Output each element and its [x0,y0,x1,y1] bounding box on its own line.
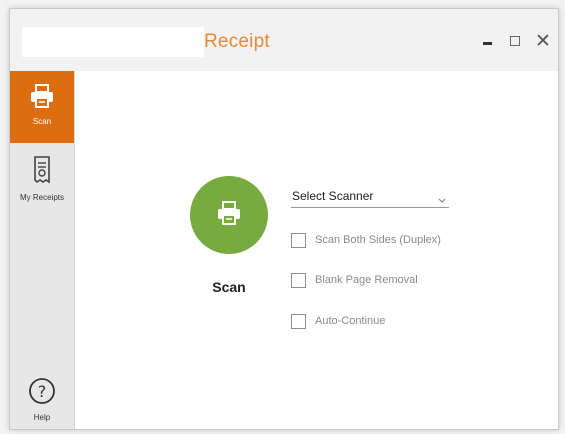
window-title: Receipt [204,31,270,52]
sidebar-item-label: My Receipts [19,193,64,202]
app-window: Receipt ✕ Scan My Receipts ? Help Scan S… [9,8,559,430]
chevron-down-icon [438,191,446,209]
option-duplex[interactable]: Scan Both Sides (Duplex) [291,230,441,250]
printer-icon [216,200,242,231]
printer-icon [29,83,55,111]
sidebar-item-label: Scan [32,117,52,126]
duplex-checkbox[interactable] [291,232,306,248]
maximize-button[interactable] [506,31,524,51]
help-icon: ? [28,377,56,407]
minimize-icon [482,41,492,45]
title-placeholder [22,27,204,57]
blank-page-removal-checkbox[interactable] [291,272,306,288]
minimize-button[interactable] [478,31,496,51]
sidebar-item-scan[interactable]: Scan [10,71,74,143]
scanner-select[interactable]: Select Scanner [291,185,449,208]
scanner-select-value: Select Scanner [292,189,374,203]
option-blank-page-removal[interactable]: Blank Page Removal [291,270,418,290]
close-button[interactable]: ✕ [534,30,552,52]
main-content: Scan Select Scanner Scan Both Sides (Dup… [75,71,558,429]
auto-continue-checkbox[interactable] [291,313,306,329]
svg-text:?: ? [38,382,47,401]
sidebar-item-label: Help [33,413,51,422]
maximize-icon [510,36,520,46]
window-controls: ✕ [478,30,552,52]
option-label: Blank Page Removal [315,274,418,286]
option-auto-continue[interactable]: Auto-Continue [291,311,385,331]
receipt-icon [32,155,52,187]
scan-label: Scan [212,279,246,295]
sidebar-item-my-receipts[interactable]: My Receipts [10,149,74,209]
option-label: Scan Both Sides (Duplex) [315,234,441,246]
title-bar: Receipt ✕ [10,9,558,71]
sidebar: Scan My Receipts ? Help [10,71,75,429]
sidebar-item-help[interactable]: ? Help [10,371,74,429]
scan-button[interactable] [190,176,268,254]
close-icon: ✕ [535,30,551,52]
option-label: Auto-Continue [315,315,386,327]
